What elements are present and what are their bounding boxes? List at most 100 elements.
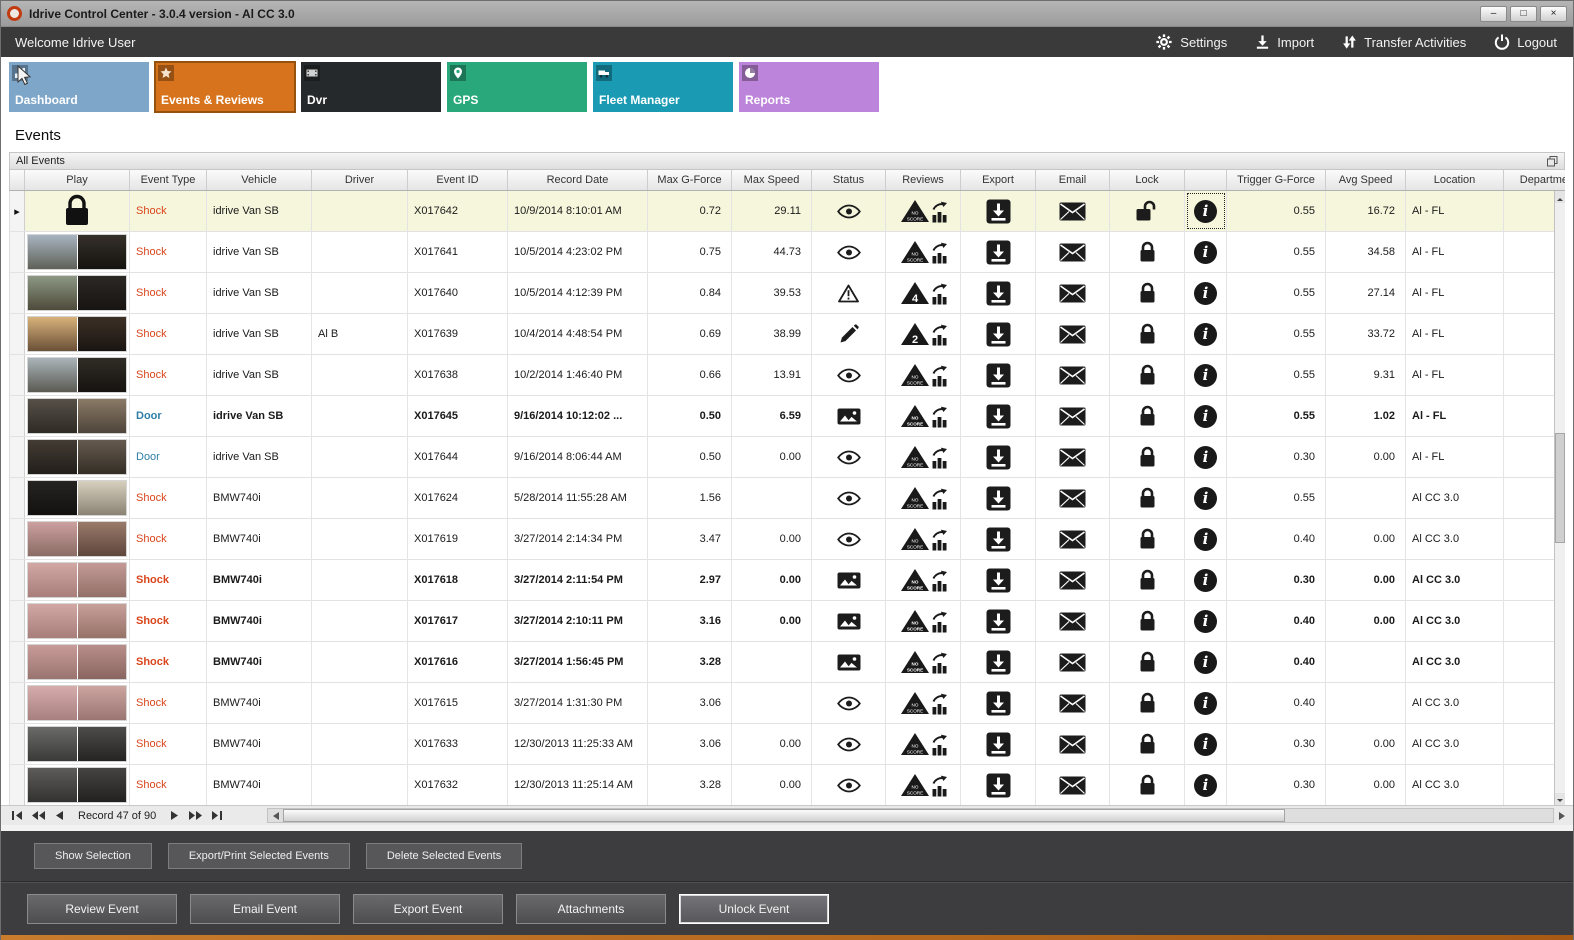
email-cell[interactable] [1036,642,1110,682]
lock-closed-icon[interactable] [1138,446,1157,469]
lock-cell[interactable] [1110,396,1185,436]
reviews-cell[interactable]: NO SCORE [886,724,961,764]
email-envelope-icon[interactable] [1059,284,1086,303]
table-row[interactable]: Shock BMW740i X017619 3/27/2014 2:14:34 … [10,519,1565,560]
status-cell[interactable] [812,191,886,231]
export-download-icon[interactable] [986,568,1011,593]
info-cell[interactable]: i [1185,396,1227,436]
lock-cell[interactable] [1110,355,1185,395]
info-icon[interactable]: i [1194,199,1217,223]
email-cell[interactable] [1036,314,1110,354]
export-download-icon[interactable] [986,691,1011,716]
review-score-badge[interactable]: NO SCORE [900,240,947,264]
table-row[interactable]: Shock idrive Van SB X017638 10/2/2014 1:… [10,355,1565,396]
email-cell[interactable] [1036,478,1110,518]
email-cell[interactable] [1036,560,1110,600]
table-row[interactable]: Shock BMW740i X017618 3/27/2014 2:11:54 … [10,560,1565,601]
lock-closed-icon[interactable] [1138,241,1157,264]
table-row[interactable]: Shock idrive Van SB X017641 10/5/2014 4:… [10,232,1565,273]
column-header-event-type[interactable]: Event Type [130,170,207,190]
snapshot-image-icon[interactable] [837,408,861,425]
lock-cell[interactable] [1110,314,1185,354]
review-score-badge[interactable]: NO SCORE [900,568,947,592]
play-cell[interactable] [25,765,130,805]
review-score-badge[interactable]: NO SCORE [900,486,947,510]
info-cell[interactable]: i [1185,765,1227,805]
eye-icon[interactable] [836,204,861,219]
review-event-button[interactable]: Review Event [27,893,177,924]
reviews-cell[interactable]: 2 [886,314,961,354]
lock-cell[interactable] [1110,683,1185,723]
status-cell[interactable] [812,765,886,805]
info-icon[interactable]: i [1194,240,1217,264]
export-cell[interactable] [961,683,1036,723]
status-cell[interactable] [812,560,886,600]
snapshot-image-icon[interactable] [837,654,861,671]
info-icon[interactable]: i [1194,691,1217,715]
event-video-thumbnail[interactable] [27,767,127,803]
email-cell[interactable] [1036,724,1110,764]
export-download-icon[interactable] [986,199,1011,224]
column-header-record-date[interactable]: Record Date [508,170,648,190]
eye-icon[interactable] [836,245,861,260]
column-header-avg-speed[interactable]: Avg Speed [1326,170,1406,190]
lock-closed-icon[interactable] [1138,528,1157,551]
play-cell[interactable] [25,273,130,313]
info-cell[interactable]: i [1185,273,1227,313]
status-cell[interactable] [812,314,886,354]
reviews-cell[interactable]: NO SCORE [886,355,961,395]
export-cell[interactable] [961,191,1036,231]
lock-cell[interactable] [1110,437,1185,477]
last-record-button[interactable] [208,809,225,823]
settings-button[interactable]: Settings [1155,33,1227,51]
play-cell[interactable] [25,314,130,354]
reviews-cell[interactable]: NO SCORE [886,642,961,682]
play-cell[interactable] [25,724,130,764]
export-cell[interactable] [961,355,1036,395]
email-cell[interactable] [1036,191,1110,231]
email-cell[interactable] [1036,396,1110,436]
export-download-icon[interactable] [986,527,1011,552]
email-envelope-icon[interactable] [1059,735,1086,754]
column-header-vehicle[interactable]: Vehicle [207,170,312,190]
lock-cell[interactable] [1110,519,1185,559]
table-row[interactable]: Shock BMW740i X017615 3/27/2014 1:31:30 … [10,683,1565,724]
status-cell[interactable] [812,437,886,477]
reviews-cell[interactable]: NO SCORE [886,396,961,436]
transfer-activities-button[interactable]: Transfer Activities [1342,34,1466,50]
table-row[interactable]: ▸ Shock idrive Van SB X017642 10/9/2014 … [10,191,1565,232]
lock-closed-icon[interactable] [1138,487,1157,510]
reviews-cell[interactable]: NO SCORE [886,519,961,559]
export-cell[interactable] [961,601,1036,641]
scroll-down-arrow-icon[interactable] [1555,793,1565,805]
play-cell[interactable] [25,560,130,600]
review-score-badge[interactable]: NO SCORE [900,773,947,797]
email-envelope-icon[interactable] [1059,489,1086,508]
column-header-driver[interactable]: Driver [312,170,408,190]
info-icon[interactable]: i [1194,732,1217,756]
expand-panel-icon[interactable] [1547,155,1558,167]
event-video-thumbnail[interactable] [27,603,127,639]
delete-selected-button[interactable]: Delete Selected Events [365,843,523,869]
event-video-thumbnail[interactable] [27,726,127,762]
email-envelope-icon[interactable] [1059,243,1086,262]
tab-fleet-manager[interactable]: Fleet Manager [593,62,733,112]
export-download-icon[interactable] [986,650,1011,675]
reviews-cell[interactable]: NO SCORE [886,560,961,600]
review-score-badge[interactable]: NO SCORE [900,199,947,223]
email-cell[interactable] [1036,437,1110,477]
play-cell[interactable] [25,396,130,436]
reviews-cell[interactable]: NO SCORE [886,191,961,231]
event-video-thumbnail[interactable] [27,275,127,311]
info-cell[interactable]: i [1185,437,1227,477]
lock-open-icon[interactable] [1135,200,1159,223]
snapshot-image-icon[interactable] [837,613,861,630]
review-score-badge[interactable]: NO SCORE [900,691,947,715]
vertical-scroll-thumb[interactable] [1555,433,1565,543]
lock-cell[interactable] [1110,642,1185,682]
info-cell[interactable]: i [1185,519,1227,559]
table-row[interactable]: Shock idrive Van SB X017640 10/5/2014 4:… [10,273,1565,314]
email-envelope-icon[interactable] [1059,325,1086,344]
column-header-lock[interactable]: Lock [1110,170,1185,190]
scroll-up-arrow-icon[interactable] [1555,191,1565,203]
